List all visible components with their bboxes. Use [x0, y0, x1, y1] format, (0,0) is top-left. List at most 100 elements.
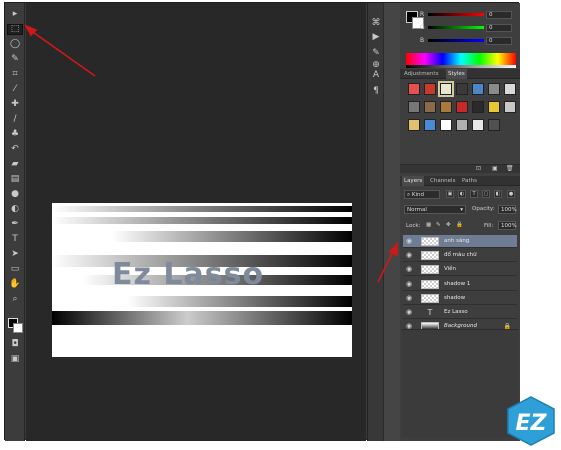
- eyedropper-tool-icon[interactable]: ⁄: [7, 84, 23, 95]
- lasso-tool-icon[interactable]: ◯: [7, 39, 23, 50]
- filter-type-icon[interactable]: T: [470, 190, 478, 198]
- gradient-stripe: [52, 206, 352, 212]
- brush-panel-icon[interactable]: ✎: [369, 47, 383, 59]
- brush-tool-icon[interactable]: /: [7, 114, 23, 125]
- collapsed-panels-strip: ⌘ ▶ ✎ ⊕ A ¶: [367, 3, 383, 441]
- slider-track[interactable]: [428, 13, 484, 16]
- color-slider-g[interactable]: G0: [420, 24, 518, 32]
- filter-smart-object-icon[interactable]: ◧: [494, 190, 502, 198]
- color-slider-b[interactable]: B0: [420, 37, 518, 45]
- opacity-field[interactable]: 100%: [498, 205, 517, 214]
- lock-position-icon[interactable]: ✥: [446, 222, 451, 228]
- style-swatch[interactable]: [438, 81, 454, 97]
- screen-mode-icon[interactable]: ▣: [7, 354, 23, 365]
- style-swatch[interactable]: [408, 119, 420, 131]
- style-swatch[interactable]: [504, 83, 516, 95]
- healing-brush-tool-icon[interactable]: ✚: [7, 99, 23, 110]
- style-swatch[interactable]: [408, 101, 420, 113]
- history-panel-icon[interactable]: ⌘: [369, 17, 383, 29]
- visibility-eye-icon[interactable]: ◉: [406, 252, 415, 259]
- style-swatch[interactable]: [488, 83, 500, 95]
- tab-paths[interactable]: Paths: [460, 176, 479, 186]
- path-selection-tool-icon[interactable]: ➤: [7, 249, 23, 260]
- visibility-eye-icon[interactable]: ◉: [406, 238, 415, 245]
- color-slider-r[interactable]: R0: [420, 11, 518, 19]
- style-swatch[interactable]: [504, 101, 516, 113]
- style-swatch[interactable]: [488, 119, 500, 131]
- layer-row[interactable]: ◉ đổ màu chữ: [403, 249, 517, 263]
- visibility-eye-icon[interactable]: ◉: [406, 266, 415, 273]
- layer-name: đổ màu chữ: [444, 252, 477, 259]
- grayscale-ramp[interactable]: [406, 65, 516, 68]
- quick-selection-tool-icon[interactable]: ✎: [7, 54, 23, 65]
- lock-all-icon[interactable]: 🔒: [456, 222, 463, 228]
- rectangle-tool-icon[interactable]: ▭: [7, 264, 23, 275]
- filter-pixel-icon[interactable]: ▣: [446, 190, 454, 198]
- slider-value-field[interactable]: 0: [486, 37, 512, 45]
- slider-value-field[interactable]: 0: [486, 11, 512, 19]
- hand-tool-icon[interactable]: ✋: [7, 279, 23, 290]
- lock-transparent-icon[interactable]: ▦: [426, 222, 431, 228]
- move-tool-icon[interactable]: ▸: [7, 9, 23, 20]
- background-swatch-icon[interactable]: [13, 323, 23, 333]
- filter-adjustment-icon[interactable]: ◐: [458, 190, 466, 198]
- style-swatch[interactable]: [440, 119, 452, 131]
- style-swatch[interactable]: [488, 101, 500, 113]
- color-spectrum[interactable]: [406, 53, 516, 65]
- eraser-tool-icon[interactable]: ▰: [7, 159, 23, 170]
- layer-name: shadow: [444, 294, 466, 301]
- tab-adjustments[interactable]: Adjustments: [402, 69, 440, 79]
- type-tool-icon[interactable]: T: [7, 234, 23, 245]
- style-swatch[interactable]: [456, 119, 468, 131]
- blur-tool-icon[interactable]: ●: [7, 189, 23, 200]
- style-swatch[interactable]: [424, 83, 436, 95]
- fill-field[interactable]: 100%: [498, 221, 517, 230]
- lock-pixels-icon[interactable]: ✎: [436, 222, 441, 228]
- tab-styles[interactable]: Styles: [446, 69, 467, 79]
- style-swatch[interactable]: [424, 119, 436, 131]
- document-canvas[interactable]: Ez Lasso: [52, 203, 352, 357]
- layer-thumbnail: [421, 237, 439, 246]
- history-brush-tool-icon[interactable]: ↶: [7, 144, 23, 155]
- new-style-icon[interactable]: ⊡: [476, 165, 481, 172]
- style-swatch[interactable]: [472, 83, 484, 95]
- visibility-eye-icon[interactable]: ◉: [406, 294, 415, 302]
- style-swatch[interactable]: [456, 101, 468, 113]
- style-swatch[interactable]: [472, 101, 484, 113]
- clone-stamp-tool-icon[interactable]: ♣: [7, 129, 23, 140]
- style-swatch[interactable]: [408, 83, 420, 95]
- layer-row[interactable]: ◉ Viền: [403, 263, 517, 277]
- dodge-tool-icon[interactable]: ◐: [7, 204, 23, 215]
- rectangular-marquee-tool-icon[interactable]: ⬚: [7, 24, 23, 35]
- slider-track[interactable]: [428, 26, 484, 29]
- crop-tool-icon[interactable]: ⌗: [7, 69, 23, 80]
- style-swatch[interactable]: [424, 101, 436, 113]
- delete-style-icon[interactable]: 🗑: [506, 165, 514, 172]
- zoom-tool-icon[interactable]: ⌕: [7, 294, 23, 305]
- filter-shape-icon[interactable]: ▢: [482, 190, 490, 198]
- paragraph-panel-icon[interactable]: ¶: [369, 85, 383, 97]
- character-panel-icon[interactable]: A: [369, 69, 383, 81]
- gradient-tool-icon[interactable]: ▤: [7, 174, 23, 185]
- style-swatch[interactable]: [440, 101, 452, 113]
- slider-value-field[interactable]: 0: [486, 24, 512, 32]
- layer-kind-filter[interactable]: ⌕ Kind: [404, 190, 440, 199]
- filter-toggle-icon[interactable]: ●: [507, 190, 515, 198]
- styles-grid: [400, 81, 520, 161]
- visibility-eye-icon[interactable]: ◉: [406, 280, 415, 288]
- actions-panel-icon[interactable]: ▶: [369, 31, 383, 43]
- pen-tool-icon[interactable]: ✒: [7, 219, 23, 230]
- layer-row[interactable]: ◉ anh sáng: [403, 235, 517, 248]
- style-swatch[interactable]: [456, 83, 468, 95]
- layer-row[interactable]: ◉ shadow: [403, 291, 517, 305]
- tab-layers[interactable]: Layers: [402, 176, 425, 186]
- blend-mode-select[interactable]: Normal ▾: [404, 205, 466, 214]
- new-style-add-icon[interactable]: ▣: [492, 165, 498, 172]
- slider-track[interactable]: [428, 39, 484, 42]
- layer-row[interactable]: ◉ shadow 1: [403, 277, 517, 291]
- style-swatch[interactable]: [472, 119, 484, 131]
- visibility-eye-icon[interactable]: ◉: [406, 309, 415, 316]
- quick-mask-icon[interactable]: ◘: [7, 339, 23, 350]
- layer-row[interactable]: ◉ T Ez Lasso: [403, 306, 517, 319]
- tab-channels[interactable]: Channels: [428, 176, 457, 186]
